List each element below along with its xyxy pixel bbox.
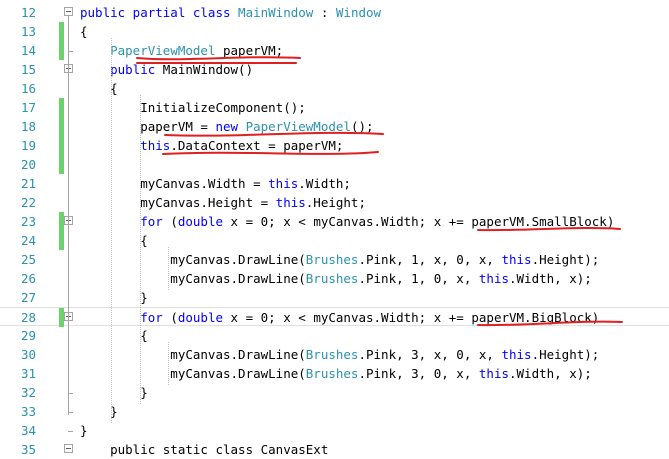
code-line[interactable]: 35 public static class CanvasExt xyxy=(0,440,669,459)
underline-new-viewmodel xyxy=(164,131,384,137)
annotation-overlay xyxy=(136,56,623,327)
underline-datacontext xyxy=(162,151,379,155)
underline-smallblock xyxy=(477,227,621,232)
line-number: 35 xyxy=(20,442,36,457)
underline-paperviewmodel-field xyxy=(136,56,301,61)
red-ink-underlines xyxy=(136,56,623,327)
underline-bigblock xyxy=(477,320,623,327)
code-token: public static class CanvasExt xyxy=(80,442,329,457)
collapse-toggle-icon[interactable] xyxy=(64,444,73,453)
code-text: public static class CanvasExt xyxy=(80,440,328,459)
